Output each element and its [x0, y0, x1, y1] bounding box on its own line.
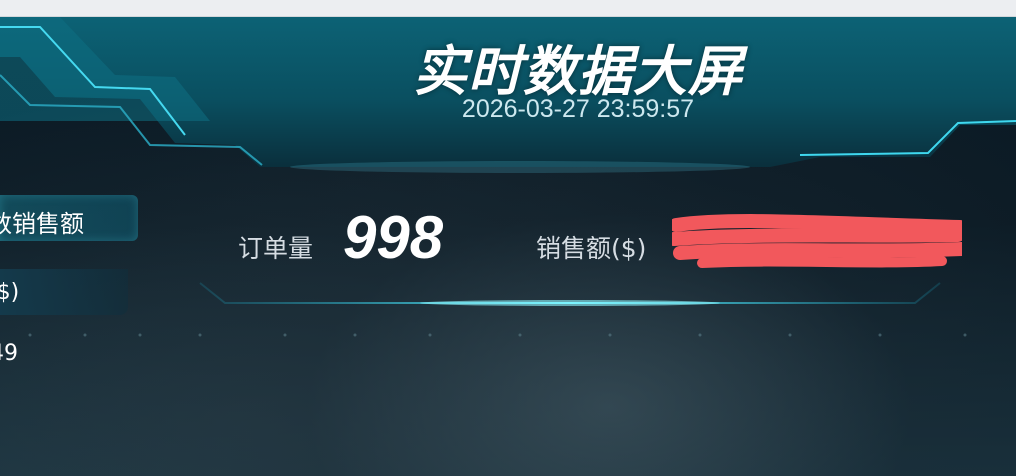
- sales-tab[interactable]: 数销售额: [0, 195, 138, 241]
- left-list-row: ($): [0, 269, 128, 315]
- sales-amount-label: 销售额($): [536, 234, 647, 263]
- order-count-value: 998: [343, 204, 444, 271]
- dashboard-screen: 实时数据大屏 2026-03-27 23:59:57 数销售额 ($) 49 订…: [0, 17, 1016, 476]
- order-count-label: 订单量: [238, 234, 314, 263]
- left-row-label: ($): [0, 280, 20, 305]
- browser-top-strip: [0, 0, 1016, 17]
- sales-amount-redacted: [672, 214, 962, 268]
- left-row-value: 49: [0, 341, 18, 366]
- sales-tab-label: 数销售额: [0, 210, 84, 238]
- current-datetime: 2026-03-27 23:59:57: [461, 95, 695, 123]
